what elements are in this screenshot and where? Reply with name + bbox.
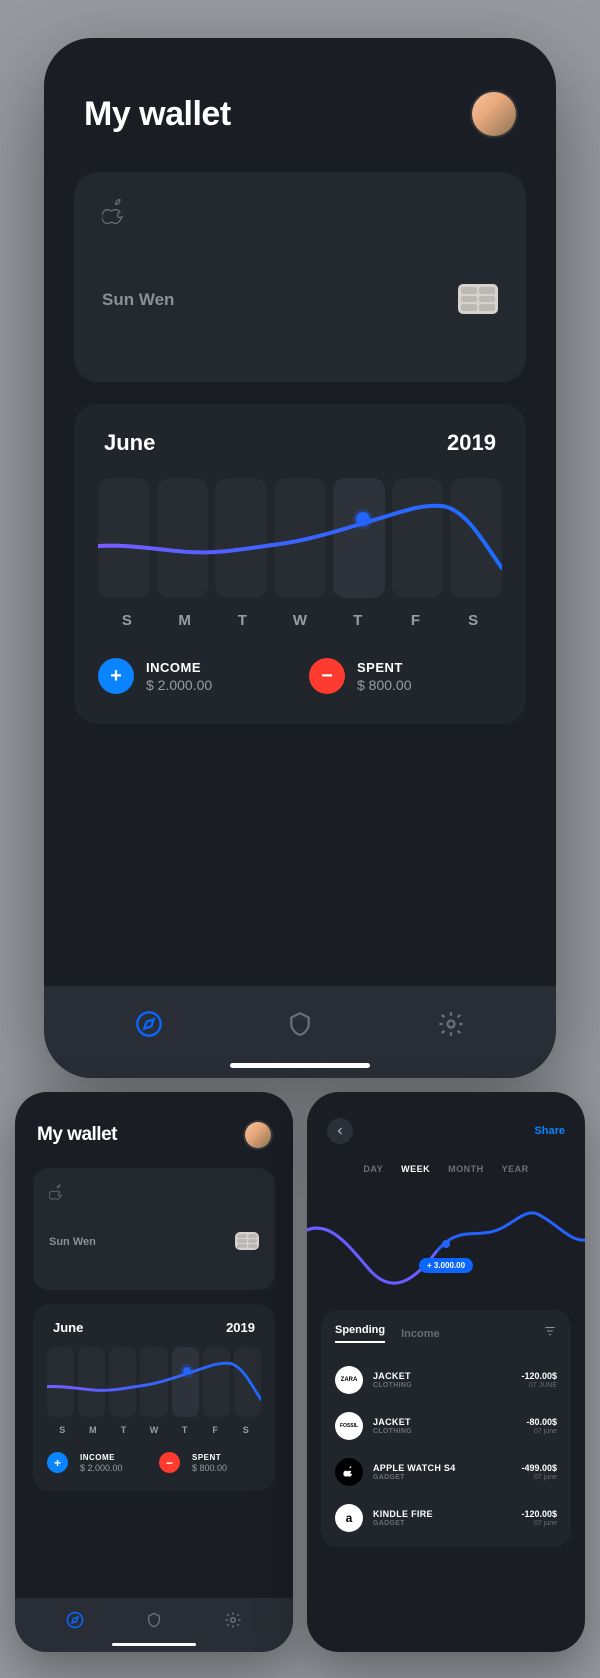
cardholder-name: Sun Wen <box>102 290 174 310</box>
home-indicator[interactable] <box>230 1063 370 1068</box>
spending-panel: Spending Income ZARA JACKETCLOTHING -120… <box>321 1310 571 1547</box>
month-label: June <box>104 430 155 456</box>
phone-wallet-main: My wallet Sun Wen June 2019 <box>44 38 556 1078</box>
brand-icon: ZARA <box>335 1366 363 1394</box>
minus-icon: − <box>159 1452 180 1473</box>
compass-icon[interactable] <box>66 1611 84 1629</box>
bar-tue[interactable] <box>215 478 267 598</box>
brand-icon <box>335 1458 363 1486</box>
bar-wed[interactable] <box>274 478 326 598</box>
page-title: My wallet <box>37 1124 117 1146</box>
bar-thu[interactable] <box>333 478 385 598</box>
detail-chart[interactable]: + 3.000.00 <box>307 1190 585 1300</box>
gear-icon[interactable] <box>224 1611 242 1629</box>
page-title: My wallet <box>84 95 231 134</box>
shield-icon[interactable] <box>145 1611 163 1629</box>
income-stat[interactable]: +INCOME$ 2.000.00 <box>47 1452 149 1473</box>
chart-value-badge: + 3.000.00 <box>419 1258 473 1273</box>
day-labels: S M T W T F S <box>98 612 502 629</box>
tab-income[interactable]: Income <box>401 1328 440 1340</box>
range-month[interactable]: MONTH <box>448 1164 484 1174</box>
list-item[interactable]: FOSSIL JACKETCLOTHING -80.00$07 june <box>335 1403 557 1449</box>
spent-stat[interactable]: −SPENT$ 800.00 <box>159 1452 261 1473</box>
spent-stat[interactable]: − SPENT $ 800.00 <box>309 658 502 694</box>
home-indicator[interactable] <box>112 1643 196 1646</box>
filter-icon[interactable] <box>543 1324 557 1343</box>
transaction-list: ZARA JACKETCLOTHING -120.00$07 JUNE FOSS… <box>335 1357 557 1541</box>
activity-panel: June2019 SMTWTFS +INCOME$ 2.000.00 −SPEN… <box>33 1304 275 1491</box>
tab-spending[interactable]: Spending <box>335 1324 385 1343</box>
gear-icon[interactable] <box>436 1009 466 1039</box>
cardholder-name: Sun Wen <box>49 1236 96 1248</box>
range-day[interactable]: DAY <box>363 1164 383 1174</box>
chart-dot <box>183 1367 191 1375</box>
apple-logo-icon <box>102 198 498 233</box>
list-item[interactable]: a KINDLE FIREGADGET -120.00$07 june <box>335 1495 557 1541</box>
range-year[interactable]: YEAR <box>502 1164 529 1174</box>
weekly-chart[interactable]: S M T W T F S <box>98 478 502 628</box>
avatar[interactable] <box>472 92 516 136</box>
phone-wallet-small: My wallet Sun Wen June2019 SMTWTFS +INCO… <box>15 1092 293 1652</box>
range-week[interactable]: WEEK <box>401 1164 430 1174</box>
shield-icon[interactable] <box>285 1009 315 1039</box>
bar-sun[interactable] <box>98 478 150 598</box>
range-selector: DAY WEEK MONTH YEAR <box>307 1164 585 1174</box>
header: My wallet <box>44 38 556 136</box>
share-button[interactable]: Share <box>534 1125 565 1137</box>
activity-panel: June 2019 S M T W T <box>74 404 526 724</box>
list-item[interactable]: ZARA JACKETCLOTHING -120.00$07 JUNE <box>335 1357 557 1403</box>
compass-icon[interactable] <box>134 1009 164 1039</box>
payment-card[interactable]: Sun Wen <box>74 172 526 382</box>
brand-icon: a <box>335 1504 363 1532</box>
payment-card[interactable]: Sun Wen <box>33 1168 275 1290</box>
weekly-chart[interactable]: SMTWTFS <box>47 1347 261 1435</box>
card-chip-icon <box>458 284 498 314</box>
plus-icon: + <box>98 658 134 694</box>
phone-spending-detail: Share DAY WEEK MONTH YEAR + 3.000.00 Spe… <box>307 1092 585 1652</box>
avatar[interactable] <box>245 1122 271 1148</box>
apple-logo-icon <box>49 1184 259 1207</box>
list-item[interactable]: APPLE WATCH S4GADGET -499.00$07 june <box>335 1449 557 1495</box>
card-chip-icon <box>235 1232 259 1250</box>
minus-icon: − <box>309 658 345 694</box>
year-label: 2019 <box>447 430 496 456</box>
income-stat[interactable]: + INCOME $ 2.000.00 <box>98 658 291 694</box>
back-button[interactable] <box>327 1118 353 1144</box>
brand-icon: FOSSIL <box>335 1412 363 1440</box>
bar-mon[interactable] <box>157 478 209 598</box>
plus-icon: + <box>47 1452 68 1473</box>
chart-dot <box>356 512 370 526</box>
bar-sat[interactable] <box>450 478 502 598</box>
bar-fri[interactable] <box>392 478 444 598</box>
